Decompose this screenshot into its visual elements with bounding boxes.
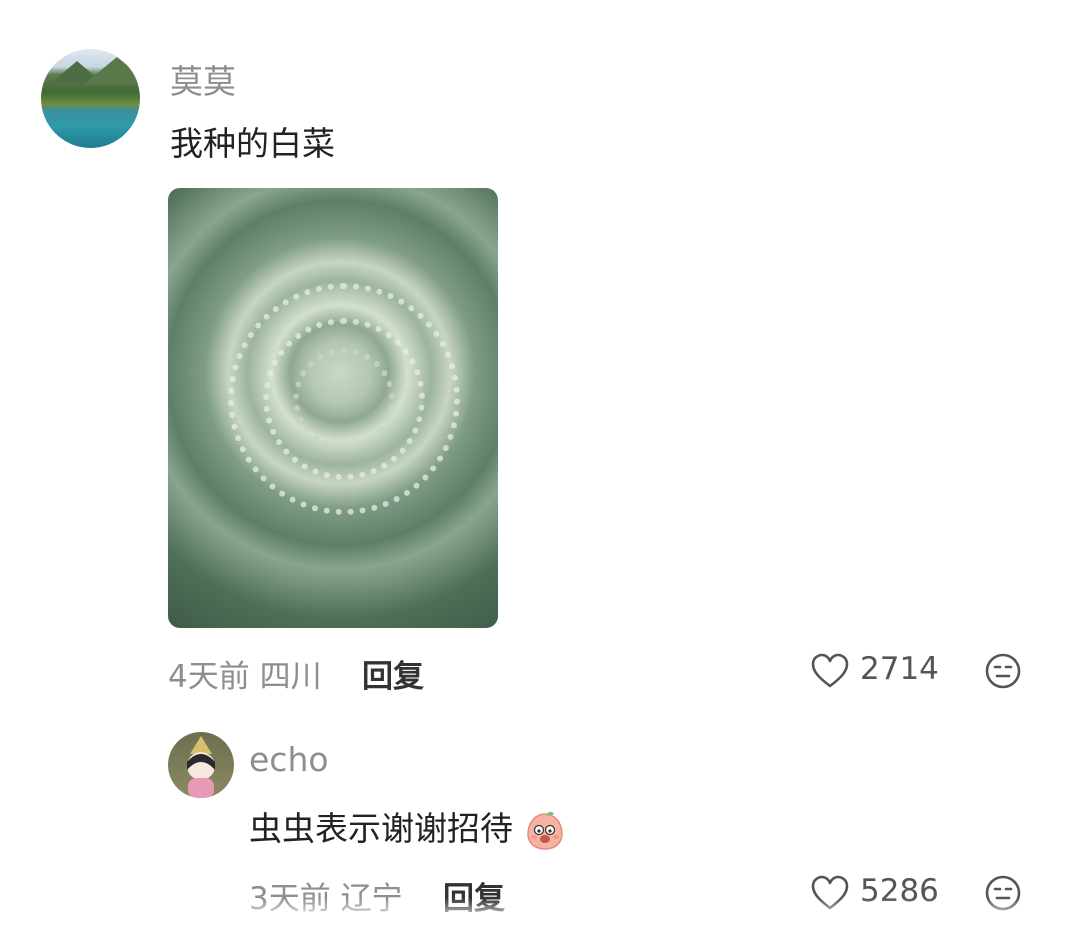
neutral-face-icon[interactable] (984, 652, 1022, 690)
photo-texture (293, 348, 395, 450)
reply-text-content: 虫虫表示谢谢招待 (249, 809, 513, 848)
bottom-fade (0, 898, 1065, 938)
reply-button[interactable]: 回复 (362, 651, 424, 696)
reply-user-avatar[interactable] (168, 732, 234, 798)
like-count: 2714 (860, 651, 939, 687)
embarrassed-peach-emoji (524, 810, 566, 852)
heart-icon[interactable] (810, 652, 850, 690)
comment-photo[interactable] (168, 188, 498, 628)
reply-username[interactable]: echo (249, 740, 329, 779)
comment-text: 我种的白菜 (170, 124, 335, 163)
avatar-landscape-mountain (83, 57, 140, 85)
reply-text: 虫虫表示谢谢招待 (249, 802, 566, 852)
user-avatar[interactable] (41, 49, 140, 148)
comment-username[interactable]: 莫莫 (170, 55, 236, 103)
comment-meta: 4天前 四川 (168, 659, 322, 695)
